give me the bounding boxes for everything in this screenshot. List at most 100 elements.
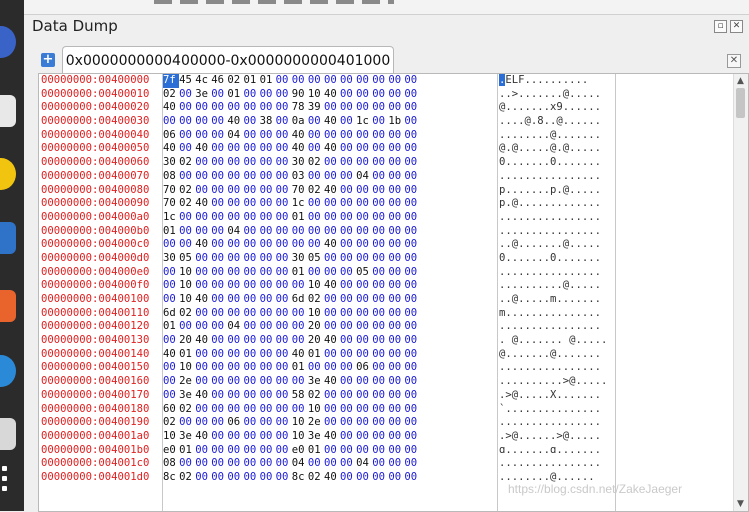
hex-byte[interactable]: 40 [292, 348, 308, 362]
hex-byte[interactable]: 40 [324, 471, 340, 485]
hex-byte[interactable]: 00 [340, 361, 356, 375]
hex-byte[interactable]: 40 [324, 88, 340, 102]
hex-byte[interactable]: 45 [179, 74, 195, 88]
browser-icon[interactable] [0, 26, 16, 58]
hex-byte[interactable]: 00 [308, 457, 324, 471]
hex-byte[interactable]: 00 [356, 197, 372, 211]
hex-byte[interactable]: 00 [356, 444, 372, 458]
hex-byte[interactable]: 3e [308, 430, 324, 444]
hex-byte[interactable]: 00 [243, 225, 259, 239]
hex-byte[interactable]: 00 [243, 252, 259, 266]
hex-byte[interactable]: 40 [195, 389, 211, 403]
hex-byte[interactable]: 00 [243, 197, 259, 211]
music-icon[interactable] [0, 158, 16, 190]
hex-byte[interactable]: 00 [404, 101, 420, 115]
hex-byte[interactable]: 00 [340, 457, 356, 471]
hex-byte[interactable]: 00 [243, 471, 259, 485]
hex-byte[interactable]: 00 [324, 252, 340, 266]
hex-byte[interactable]: 00 [195, 279, 211, 293]
hex-byte[interactable]: 40 [292, 129, 308, 143]
hex-byte[interactable]: 00 [340, 142, 356, 156]
hex-byte[interactable]: 00 [388, 416, 404, 430]
hex-byte[interactable]: 00 [179, 320, 195, 334]
hex-byte[interactable]: 6d [292, 293, 308, 307]
hex-byte[interactable]: 00 [243, 375, 259, 389]
hex-byte[interactable]: 00 [372, 293, 388, 307]
hex-row[interactable]: 00 10 00 00 00 00 00 00 00 10 40 00 00 00 00 00 [163, 279, 495, 293]
hex-byte[interactable]: 0a [292, 115, 308, 129]
hex-byte[interactable]: 00 [260, 293, 276, 307]
hex-byte[interactable]: 00 [227, 457, 243, 471]
hex-byte[interactable]: 00 [324, 197, 340, 211]
hex-byte[interactable]: 00 [404, 184, 420, 198]
hex-byte[interactable]: 00 [324, 74, 340, 88]
hex-byte[interactable]: 00 [292, 403, 308, 417]
hex-byte[interactable]: 00 [163, 279, 179, 293]
ascii-row[interactable]: ..........>@..... [499, 375, 613, 389]
hex-byte[interactable]: 00 [308, 129, 324, 143]
hex-byte[interactable]: e0 [292, 444, 308, 458]
hex-byte[interactable]: 00 [195, 156, 211, 170]
hex-byte[interactable]: 00 [276, 279, 292, 293]
hex-byte[interactable]: 01 [292, 211, 308, 225]
hex-byte[interactable]: 00 [324, 225, 340, 239]
hex-byte[interactable]: 00 [324, 348, 340, 362]
hex-byte[interactable]: 00 [404, 115, 420, 129]
hex-byte[interactable]: 01 [292, 361, 308, 375]
hex-byte[interactable]: 10 [179, 293, 195, 307]
hex-byte[interactable]: 01 [163, 225, 179, 239]
hex-byte[interactable]: 8c [292, 471, 308, 485]
hex-byte[interactable]: 06 [227, 416, 243, 430]
hex-byte[interactable]: 01 [179, 348, 195, 362]
hex-byte[interactable]: 00 [356, 334, 372, 348]
hex-byte[interactable]: 00 [356, 279, 372, 293]
hex-byte[interactable]: 00 [388, 252, 404, 266]
hex-byte[interactable]: 00 [243, 88, 259, 102]
hex-byte[interactable]: 00 [179, 115, 195, 129]
hex-byte[interactable]: 40 [292, 142, 308, 156]
ascii-column[interactable]: .ELF.......... ..>.......@..... @.......x9… [499, 74, 613, 485]
hex-byte[interactable]: 40 [227, 115, 243, 129]
hex-byte[interactable]: 00 [276, 457, 292, 471]
hex-byte[interactable]: 00 [211, 101, 227, 115]
ascii-row[interactable]: 0.......0....... [499, 156, 613, 170]
hex-byte[interactable]: 00 [324, 156, 340, 170]
hex-byte[interactable]: 00 [260, 320, 276, 334]
hex-byte[interactable]: 00 [243, 184, 259, 198]
hex-byte[interactable]: 00 [227, 279, 243, 293]
hex-byte[interactable]: 00 [340, 375, 356, 389]
hex-byte[interactable]: 00 [340, 307, 356, 321]
hex-byte[interactable]: 00 [243, 266, 259, 280]
hex-byte[interactable]: 10 [179, 266, 195, 280]
hex-row[interactable]: 00 20 40 00 00 00 00 00 00 20 40 00 00 00 00 00 [163, 334, 495, 348]
hex-byte[interactable]: 00 [340, 320, 356, 334]
hex-byte[interactable]: 00 [404, 444, 420, 458]
hex-byte[interactable]: 00 [211, 307, 227, 321]
hex-byte[interactable]: 00 [340, 430, 356, 444]
hex-byte[interactable]: 30 [292, 252, 308, 266]
hex-byte[interactable]: 1c [163, 211, 179, 225]
hex-byte[interactable]: 00 [276, 416, 292, 430]
ascii-row[interactable]: @.......x9...... [499, 101, 613, 115]
hex-byte[interactable]: 00 [260, 444, 276, 458]
hex-byte[interactable]: 6d [163, 307, 179, 321]
hex-byte[interactable]: 1b [388, 115, 404, 129]
hex-byte[interactable]: 00 [292, 334, 308, 348]
hex-byte[interactable]: 70 [163, 197, 179, 211]
hex-byte[interactable]: 00 [340, 170, 356, 184]
hex-byte[interactable]: 00 [356, 211, 372, 225]
hex-byte[interactable]: 00 [388, 457, 404, 471]
hex-byte[interactable]: 00 [179, 170, 195, 184]
hex-byte[interactable]: 00 [404, 361, 420, 375]
hex-byte[interactable]: 00 [243, 444, 259, 458]
hex-byte[interactable]: 00 [227, 101, 243, 115]
hex-byte[interactable]: 38 [260, 115, 276, 129]
hex-byte[interactable]: 3e [179, 430, 195, 444]
hex-byte[interactable]: 00 [260, 211, 276, 225]
hex-byte[interactable]: 00 [211, 266, 227, 280]
hex-byte[interactable]: 4c [195, 74, 211, 88]
hex-byte[interactable]: 01 [163, 320, 179, 334]
hex-byte[interactable]: 00 [195, 457, 211, 471]
hex-byte[interactable]: 10 [292, 430, 308, 444]
hex-byte[interactable]: 00 [372, 129, 388, 143]
